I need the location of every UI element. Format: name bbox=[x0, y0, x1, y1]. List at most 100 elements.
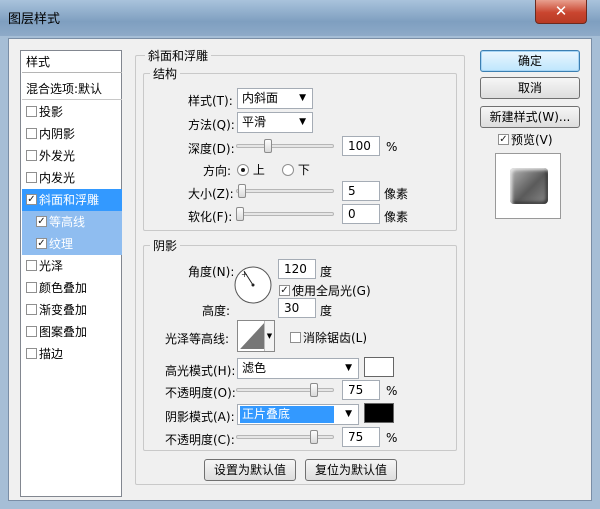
angle-label: 角度(N): bbox=[188, 265, 235, 279]
dropdown-arrow-icon: ▼ bbox=[345, 409, 352, 419]
depth-slider-track[interactable] bbox=[236, 144, 334, 148]
shadow-opacity-unit: % bbox=[386, 431, 398, 445]
checkbox-icon[interactable] bbox=[26, 282, 37, 293]
altitude-label: 高度: bbox=[202, 304, 231, 318]
sidebar-item-contour[interactable]: ✓ 等高线 bbox=[22, 211, 122, 233]
bevel-emboss-title: 斜面和浮雕 bbox=[145, 47, 212, 64]
sidebar-item-pattern-overlay[interactable]: 图案叠加 bbox=[22, 321, 122, 343]
dropdown-arrow-icon: ▼ bbox=[299, 93, 306, 103]
checkbox-checked-icon[interactable]: ✓ bbox=[279, 285, 290, 296]
size-input[interactable]: 5 bbox=[342, 181, 380, 201]
checkbox-icon[interactable] bbox=[26, 172, 37, 183]
ok-button[interactable]: 确定 bbox=[480, 50, 580, 72]
blend-options-item[interactable]: 混合选项:默认 bbox=[22, 78, 122, 100]
sidebar-item-stroke[interactable]: 描边 bbox=[22, 343, 122, 365]
checkbox-icon[interactable] bbox=[26, 106, 37, 117]
shadow-opacity-input[interactable]: 75 bbox=[342, 427, 380, 447]
altitude-input[interactable]: 30 bbox=[278, 298, 316, 318]
sidebar-item-outer-glow[interactable]: 外发光 bbox=[22, 145, 122, 167]
radio-selected-icon[interactable] bbox=[237, 163, 249, 176]
preview-thumbnail bbox=[510, 168, 548, 204]
checkbox-icon[interactable] bbox=[26, 326, 37, 337]
depth-label: 深度(D): bbox=[188, 142, 235, 156]
checkbox-icon[interactable] bbox=[26, 128, 37, 139]
sidebar-item-bevel-emboss[interactable]: ✓ 斜面和浮雕 bbox=[22, 189, 122, 211]
close-icon: ✕ bbox=[554, 2, 568, 20]
reset-default-button[interactable]: 复位为默认值 bbox=[305, 459, 397, 481]
contour-preview-icon bbox=[240, 323, 264, 349]
highlight-color-swatch[interactable] bbox=[364, 357, 394, 377]
style-label: 样式(T): bbox=[188, 94, 233, 108]
shadow-mode-select[interactable]: 正片叠底 ▼ bbox=[237, 404, 359, 425]
make-default-button[interactable]: 设置为默认值 bbox=[204, 459, 296, 481]
direction-up-radio[interactable]: 上 bbox=[237, 161, 265, 178]
checkbox-checked-icon[interactable]: ✓ bbox=[498, 134, 509, 145]
highlight-opacity-label: 不透明度(O): bbox=[165, 386, 236, 400]
style-select[interactable]: 内斜面 ▼ bbox=[237, 88, 313, 109]
highlight-opacity-unit: % bbox=[386, 384, 398, 398]
angle-input[interactable]: 120 bbox=[278, 259, 316, 279]
depth-slider-thumb[interactable] bbox=[264, 139, 272, 153]
checkbox-checked-icon[interactable]: ✓ bbox=[36, 238, 47, 249]
shadow-color-swatch[interactable] bbox=[364, 403, 394, 423]
size-slider-track[interactable] bbox=[236, 189, 334, 193]
close-button[interactable]: ✕ bbox=[535, 0, 587, 24]
highlight-opacity-slider-track[interactable] bbox=[236, 388, 334, 392]
sidebar-item-gradient-overlay[interactable]: 渐变叠加 bbox=[22, 299, 122, 321]
soften-unit: 像素 bbox=[384, 210, 409, 224]
soften-label: 软化(F): bbox=[188, 210, 233, 224]
shading-title: 阴影 bbox=[150, 237, 181, 254]
angle-unit: 度 bbox=[320, 265, 333, 279]
checkbox-icon[interactable] bbox=[26, 348, 37, 359]
shadow-mode-label: 阴影模式(A): bbox=[165, 410, 235, 424]
sidebar-item-satin[interactable]: 光泽 bbox=[22, 255, 122, 277]
cancel-button[interactable]: 取消 bbox=[480, 77, 580, 99]
size-slider-thumb[interactable] bbox=[238, 184, 246, 198]
sidebar-item-drop-shadow[interactable]: 投影 bbox=[22, 101, 122, 123]
shadow-opacity-slider-track[interactable] bbox=[236, 435, 334, 439]
direction-label: 方向: bbox=[203, 164, 232, 178]
checkbox-checked-icon[interactable]: ✓ bbox=[36, 216, 47, 227]
style-list: 样式 混合选项:默认 投影 内阴影 外发光 内发光 ✓ 斜面和浮雕 ✓ 等高线 ✓ 纹… bbox=[20, 50, 122, 497]
preview-checkbox[interactable]: ✓ 预览(V) bbox=[498, 131, 553, 148]
sidebar-item-inner-glow[interactable]: 内发光 bbox=[22, 167, 122, 189]
checkbox-icon[interactable] bbox=[290, 332, 301, 343]
highlight-opacity-input[interactable]: 75 bbox=[342, 380, 380, 400]
soften-slider-thumb[interactable] bbox=[236, 207, 244, 221]
sidebar-item-color-overlay[interactable]: 颜色叠加 bbox=[22, 277, 122, 299]
checkbox-icon[interactable] bbox=[26, 260, 37, 271]
checkbox-checked-icon[interactable]: ✓ bbox=[26, 194, 37, 205]
dropdown-arrow-icon: ▼ bbox=[299, 117, 306, 127]
altitude-unit: 度 bbox=[320, 304, 333, 318]
technique-select[interactable]: 平滑 ▼ bbox=[237, 112, 313, 133]
depth-input[interactable]: 100 bbox=[342, 136, 380, 156]
sidebar-item-texture[interactable]: ✓ 纹理 bbox=[22, 233, 122, 255]
checkbox-icon[interactable] bbox=[26, 304, 37, 315]
highlight-mode-label: 高光模式(H): bbox=[165, 364, 236, 378]
style-preview-box bbox=[495, 153, 561, 219]
size-unit: 像素 bbox=[384, 187, 409, 201]
soften-input[interactable]: 0 bbox=[342, 204, 380, 224]
highlight-opacity-slider-thumb[interactable] bbox=[310, 383, 318, 397]
style-list-header: 样式 bbox=[22, 51, 122, 73]
soften-slider-track[interactable] bbox=[236, 212, 334, 216]
gloss-contour-label: 光泽等高线: bbox=[165, 332, 230, 346]
shadow-opacity-slider-thumb[interactable] bbox=[310, 430, 318, 444]
radio-icon[interactable] bbox=[282, 163, 294, 176]
size-label: 大小(Z): bbox=[188, 187, 234, 201]
sidebar-item-inner-shadow[interactable]: 内阴影 bbox=[22, 123, 122, 145]
global-light-checkbox[interactable]: ✓ 使用全局光(G) bbox=[279, 282, 371, 299]
highlight-mode-select[interactable]: 滤色 ▼ bbox=[237, 358, 359, 379]
contour-dropdown-arrow-icon[interactable]: ▼ bbox=[264, 321, 274, 351]
window-title: 图层样式 bbox=[8, 12, 61, 27]
checkbox-icon[interactable] bbox=[26, 150, 37, 161]
anti-alias-checkbox[interactable]: 消除锯齿(L) bbox=[290, 329, 367, 346]
structure-title: 结构 bbox=[150, 65, 181, 82]
title-bar[interactable] bbox=[0, 0, 600, 36]
technique-label: 方法(Q): bbox=[188, 118, 235, 132]
gloss-contour-picker[interactable]: ▼ bbox=[237, 320, 275, 352]
new-style-button[interactable]: 新建样式(W)... bbox=[480, 106, 580, 128]
angle-dial-icon[interactable]: + bbox=[233, 265, 273, 305]
shadow-opacity-label: 不透明度(C): bbox=[165, 433, 235, 447]
direction-down-radio[interactable]: 下 bbox=[282, 161, 310, 178]
